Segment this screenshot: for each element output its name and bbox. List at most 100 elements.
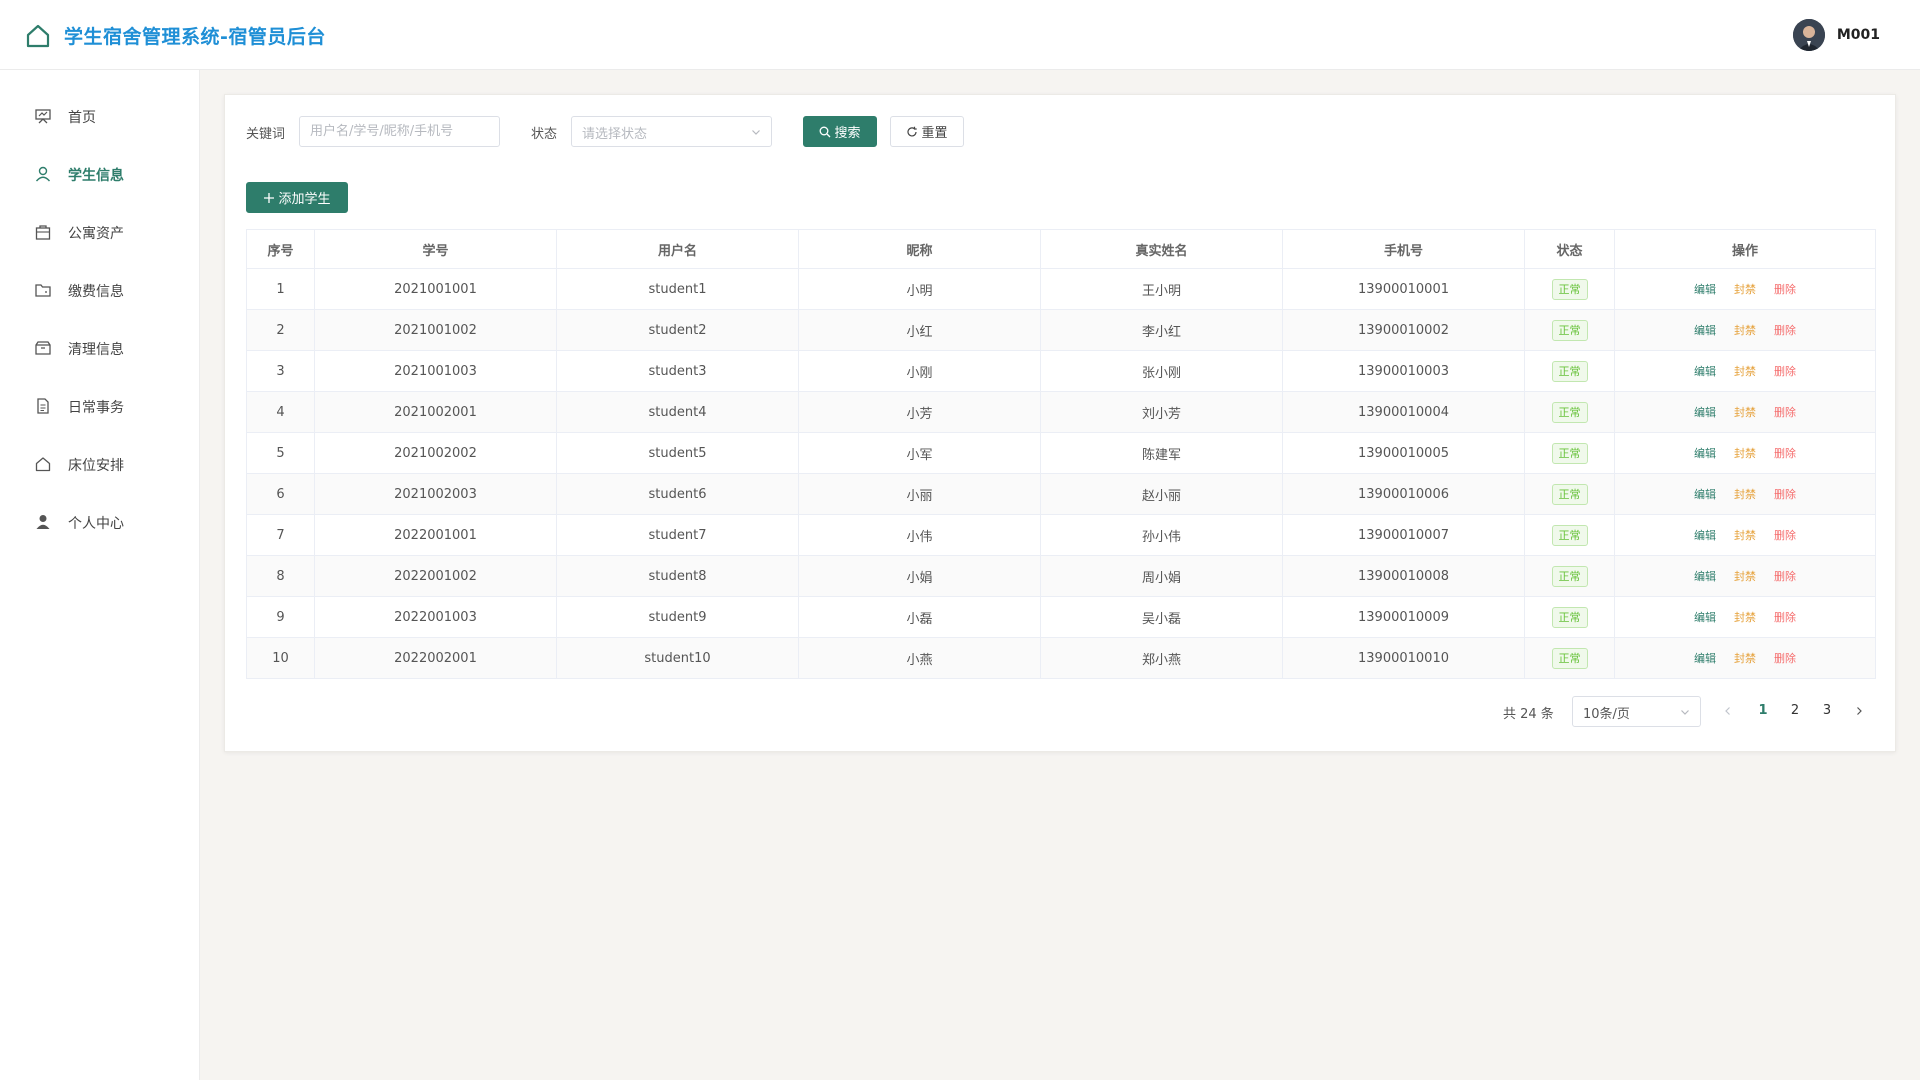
page-1[interactable]: 1 [1753, 703, 1773, 718]
table-cell: 13900010003 [1282, 350, 1525, 392]
actions-cell: 编辑 封禁 删除 [1614, 637, 1876, 679]
status-cell: 正常 [1524, 514, 1615, 556]
ban-link[interactable]: 封禁 [1734, 283, 1756, 296]
status-badge: 正常 [1551, 319, 1588, 341]
table-cell: 13900010006 [1282, 473, 1525, 515]
table-cell: 2022002001 [314, 637, 557, 679]
delete-link[interactable]: 删除 [1774, 283, 1796, 296]
sidebar-item-students[interactable]: 学生信息 [0, 154, 199, 194]
student-list-card: 关键词 状态 请选择状态 搜索 重置 添加学生 [224, 94, 1896, 752]
table-cell: 2 [246, 309, 315, 351]
table-cell: 10 [246, 637, 315, 679]
table-cell: 周小娟 [1040, 555, 1283, 597]
sidebar-item-cleaning[interactable]: 清理信息 [0, 328, 199, 368]
avatar[interactable] [1792, 19, 1825, 51]
top-header: 学生宿舍管理系统-宿管员后台 M001 [0, 0, 1920, 70]
sidebar-item-affairs[interactable]: 日常事务 [0, 386, 199, 426]
column-header: 序号 [246, 229, 315, 269]
delete-link[interactable]: 删除 [1774, 570, 1796, 583]
ban-link[interactable]: 封禁 [1734, 406, 1756, 419]
actions-cell: 编辑 封禁 删除 [1614, 391, 1876, 433]
ban-link[interactable]: 封禁 [1734, 447, 1756, 460]
edit-link[interactable]: 编辑 [1694, 406, 1716, 419]
delete-link[interactable]: 删除 [1774, 611, 1796, 624]
delete-link[interactable]: 删除 [1774, 529, 1796, 542]
sidebar-item-label: 日常事务 [68, 400, 124, 416]
ban-link[interactable]: 封禁 [1734, 652, 1756, 665]
edit-link[interactable]: 编辑 [1694, 283, 1716, 296]
dashboard-icon [35, 109, 51, 124]
table-row: 5 2021002002 student5 小军 陈建军 13900010005 正常 编辑 封… [246, 432, 1876, 474]
status-badge: 正常 [1551, 606, 1588, 628]
table-row: 9 2022001003 student9 小磊 吴小磊 13900010009 正常 编辑 封… [246, 596, 1876, 638]
column-header: 操作 [1614, 229, 1876, 269]
keyword-input[interactable] [299, 116, 500, 147]
edit-link[interactable]: 编辑 [1694, 324, 1716, 337]
delete-link[interactable]: 删除 [1774, 447, 1796, 460]
table-row: 3 2021001003 student3 小刚 张小刚 13900010003 正常 编辑 封… [246, 350, 1876, 392]
ban-link[interactable]: 封禁 [1734, 324, 1756, 337]
sidebar-item-label: 床位安排 [68, 458, 124, 474]
edit-link[interactable]: 编辑 [1694, 570, 1716, 583]
status-cell: 正常 [1524, 596, 1615, 638]
edit-link[interactable]: 编辑 [1694, 611, 1716, 624]
table-cell: 3 [246, 350, 315, 392]
table-cell: student2 [556, 309, 799, 351]
add-student-button-label: 添加学生 [278, 192, 331, 207]
sidebar-item-beds[interactable]: 床位安排 [0, 444, 199, 484]
sidebar-item-payments[interactable]: 缴费信息 [0, 270, 199, 310]
ban-link[interactable]: 封禁 [1734, 570, 1756, 583]
status-badge: 正常 [1551, 524, 1588, 546]
table-cell: 5 [246, 432, 315, 474]
search-button[interactable]: 搜索 [803, 116, 877, 147]
table-row: 7 2022001001 student7 小伟 孙小伟 13900010007 正常 编辑 封… [246, 514, 1876, 556]
sidebar-item-home[interactable]: 首页 [0, 96, 199, 136]
table-cell: 2022001001 [314, 514, 557, 556]
pagination-total: 共 24 条 [1503, 707, 1554, 722]
table-cell: student10 [556, 637, 799, 679]
sidebar-item-assets[interactable]: 公寓资产 [0, 212, 199, 252]
edit-link[interactable]: 编辑 [1694, 365, 1716, 378]
actions-cell: 编辑 封禁 删除 [1614, 514, 1876, 556]
table-cell: 2021002001 [314, 391, 557, 433]
status-badge: 正常 [1551, 565, 1588, 587]
delete-link[interactable]: 删除 [1774, 406, 1796, 419]
reset-button[interactable]: 重置 [890, 116, 964, 147]
table-row: 1 2021001001 student1 小明 王小明 13900010001 正常 编辑 封… [246, 268, 1876, 310]
chevron-down-icon [1681, 710, 1689, 715]
sidebar-item-profile[interactable]: 个人中心 [0, 502, 199, 542]
status-badge: 正常 [1551, 360, 1588, 382]
delete-link[interactable]: 删除 [1774, 365, 1796, 378]
page-3[interactable]: 3 [1817, 703, 1837, 718]
folder-icon [35, 284, 51, 297]
page-size-select[interactable]: 10条/页 [1572, 696, 1701, 727]
ban-link[interactable]: 封禁 [1734, 529, 1756, 542]
table-row: 2 2021001002 student2 小红 李小红 13900010002 正常 编辑 封… [246, 309, 1876, 351]
edit-link[interactable]: 编辑 [1694, 447, 1716, 460]
table-cell: 2022001002 [314, 555, 557, 597]
status-select[interactable]: 请选择状态 [571, 116, 772, 147]
user-menu[interactable]: M001 [1792, 19, 1880, 51]
ban-link[interactable]: 封禁 [1734, 488, 1756, 501]
add-student-button[interactable]: 添加学生 [246, 182, 348, 213]
sidebar-item-label: 个人中心 [68, 516, 124, 532]
edit-link[interactable]: 编辑 [1694, 652, 1716, 665]
delete-link[interactable]: 删除 [1774, 652, 1796, 665]
edit-link[interactable]: 编辑 [1694, 488, 1716, 501]
table-cell: 王小明 [1040, 268, 1283, 310]
ban-link[interactable]: 封禁 [1734, 611, 1756, 624]
status-badge: 正常 [1551, 647, 1588, 669]
table-cell: 赵小丽 [1040, 473, 1283, 515]
status-cell: 正常 [1524, 473, 1615, 515]
next-page-icon[interactable] [1854, 706, 1864, 716]
page-2[interactable]: 2 [1785, 703, 1805, 718]
home-icon [35, 457, 51, 472]
edit-link[interactable]: 编辑 [1694, 529, 1716, 542]
table-cell: 13900010002 [1282, 309, 1525, 351]
prev-page-icon[interactable] [1723, 706, 1733, 716]
table-cell: 小军 [798, 432, 1041, 474]
delete-link[interactable]: 删除 [1774, 488, 1796, 501]
ban-link[interactable]: 封禁 [1734, 365, 1756, 378]
actions-cell: 编辑 封禁 删除 [1614, 596, 1876, 638]
delete-link[interactable]: 删除 [1774, 324, 1796, 337]
